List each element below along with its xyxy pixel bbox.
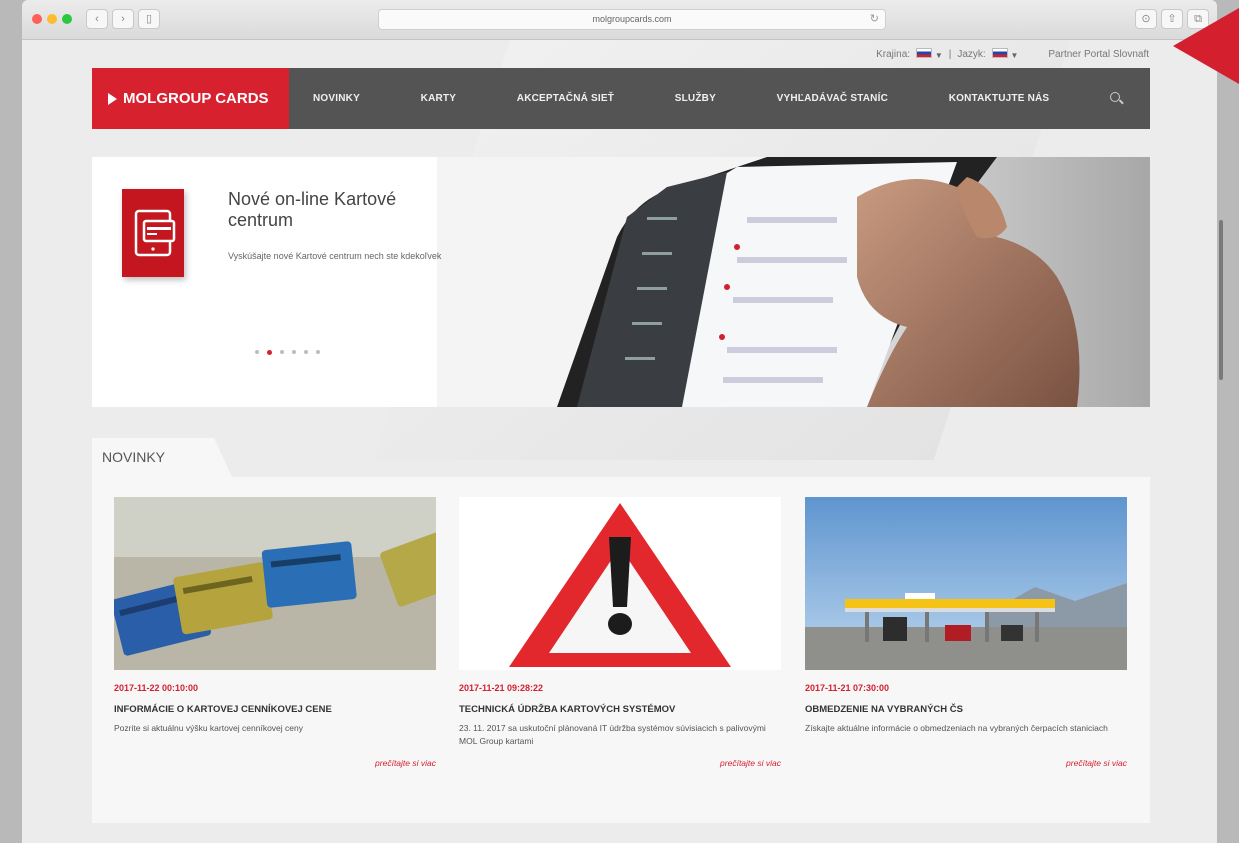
partner-portal-link[interactable]: Partner Portal Slovnaft bbox=[1048, 49, 1149, 60]
news-card-image[interactable] bbox=[114, 497, 436, 670]
nav-item-karty[interactable]: KARTY bbox=[421, 93, 456, 104]
minimize-window-button[interactable] bbox=[47, 14, 57, 24]
logo[interactable]: MOLGROUP CARDS bbox=[92, 68, 289, 129]
reload-icon[interactable]: ↻ bbox=[870, 10, 879, 29]
browser-toolbar: ‹ › ▯ molgroupcards.com ↻ ⊙ ⇧ ⧉ bbox=[22, 0, 1217, 40]
language-label: Jazyk: bbox=[957, 49, 986, 60]
logo-text: MOLGROUP CARDS bbox=[123, 90, 269, 107]
hero-image bbox=[437, 157, 1150, 407]
news-title[interactable]: OBMEDZENIE NA VYBRANÝCH ČS bbox=[805, 704, 1127, 715]
news-excerpt: Získajte aktuálne informácie o obmedzeni… bbox=[805, 723, 1108, 733]
address-bar-text: molgroupcards.com bbox=[592, 14, 672, 24]
hero-slider: Nové on-line Kartové centrum Vyskúšajte … bbox=[92, 157, 1150, 407]
slovakia-flag-icon bbox=[916, 48, 933, 58]
language-selector[interactable]: ▼ bbox=[991, 48, 1019, 61]
read-more-link[interactable]: prečítajte si viac bbox=[114, 758, 436, 768]
close-window-button[interactable] bbox=[32, 14, 42, 24]
news-heading: NOVINKY bbox=[92, 438, 214, 477]
nav-item-akceptacna-siet[interactable]: AKCEPTAČNÁ SIEŤ bbox=[517, 93, 614, 104]
maximize-window-button[interactable] bbox=[62, 14, 72, 24]
read-more-link[interactable]: prečítajte si viac bbox=[459, 758, 781, 768]
download-icon[interactable]: ⊙ bbox=[1135, 9, 1157, 29]
hero-title: Nové on-line Kartové centrum bbox=[228, 189, 397, 230]
scrollbar-thumb[interactable] bbox=[1219, 220, 1223, 380]
scrollbar[interactable] bbox=[1217, 40, 1239, 843]
news-list: 2017-11-22 00:10:00 INFORMÁCIE O KARTOVE… bbox=[92, 477, 1150, 823]
news-excerpt: 23. 11. 2017 sa uskutoční plánovaná IT ú… bbox=[459, 723, 766, 746]
slider-dot[interactable] bbox=[316, 350, 320, 354]
hero-subtitle: Vyskúšajte nové Kartové centrum nech ste… bbox=[228, 251, 442, 261]
tablet-card-icon bbox=[122, 189, 184, 277]
nav-item-novinky[interactable]: NOVINKY bbox=[313, 93, 360, 104]
sidebar-toggle-icon[interactable]: ▯ bbox=[138, 9, 160, 29]
slider-dot[interactable] bbox=[304, 350, 308, 354]
news-tab-edge bbox=[214, 438, 232, 477]
main-navigation: MOLGROUP CARDS NOVINKY KARTY AKCEPTAČNÁ … bbox=[92, 68, 1150, 129]
news-card: 2017-11-21 07:30:00 OBMEDZENIE NA VYBRAN… bbox=[805, 497, 1127, 768]
slovakia-flag-icon bbox=[991, 48, 1008, 58]
news-card: 2017-11-22 00:10:00 INFORMÁCIE O KARTOVE… bbox=[114, 497, 436, 768]
news-card: 2017-11-21 09:28:22 TECHNICKÁ ÚDRŽBA KAR… bbox=[459, 497, 781, 768]
news-excerpt: Pozrite si aktuálnu výšku kartovej cenní… bbox=[114, 723, 303, 733]
country-selector[interactable]: ▼ bbox=[916, 48, 943, 61]
news-card-image[interactable] bbox=[459, 497, 781, 670]
news-date: 2017-11-21 09:28:22 bbox=[459, 683, 544, 693]
forward-button[interactable]: › bbox=[112, 9, 134, 29]
slider-dot[interactable] bbox=[280, 350, 284, 354]
window-controls bbox=[32, 14, 72, 24]
news-title[interactable]: TECHNICKÁ ÚDRŽBA KARTOVÝCH SYSTÉMOV bbox=[459, 704, 781, 715]
news-date: 2017-11-22 00:10:00 bbox=[114, 683, 199, 693]
web-page: Krajina: ▼ | Jazyk: ▼ Partner Portal Slo… bbox=[22, 40, 1217, 843]
utility-bar: Krajina: ▼ | Jazyk: ▼ Partner Portal Slo… bbox=[22, 40, 1217, 68]
play-icon bbox=[108, 92, 117, 105]
nav-item-sluzby[interactable]: SLUŽBY bbox=[675, 93, 716, 104]
slider-dot[interactable] bbox=[292, 350, 296, 354]
address-bar[interactable]: molgroupcards.com ↻ bbox=[378, 9, 886, 30]
news-title[interactable]: INFORMÁCIE O KARTOVEJ CENNÍKOVEJ CENE bbox=[114, 704, 436, 715]
back-button[interactable]: ‹ bbox=[86, 9, 108, 29]
country-label: Krajina: bbox=[876, 49, 911, 60]
slider-dots bbox=[255, 349, 320, 355]
nav-item-vyhladavac-stanic[interactable]: VYHĽADÁVAČ STANÍC bbox=[777, 93, 888, 104]
news-card-image[interactable] bbox=[805, 497, 1127, 670]
red-arrow-marker bbox=[1173, 8, 1239, 84]
read-more-link[interactable]: prečítajte si viac bbox=[805, 758, 1127, 768]
separator: | bbox=[948, 49, 952, 60]
chevron-down-icon: ▼ bbox=[1010, 51, 1019, 60]
nav-item-kontaktujte-nas[interactable]: KONTAKTUJTE NÁS bbox=[949, 93, 1050, 104]
slider-dot[interactable] bbox=[255, 350, 259, 354]
search-icon[interactable] bbox=[1109, 91, 1124, 106]
news-date: 2017-11-21 07:30:00 bbox=[805, 683, 890, 693]
news-section: NOVINKY 2017-11-22 00:10:00 INFORMÁCIE O… bbox=[92, 438, 1150, 823]
chevron-down-icon: ▼ bbox=[934, 51, 943, 60]
slider-dot-active[interactable] bbox=[267, 349, 272, 355]
